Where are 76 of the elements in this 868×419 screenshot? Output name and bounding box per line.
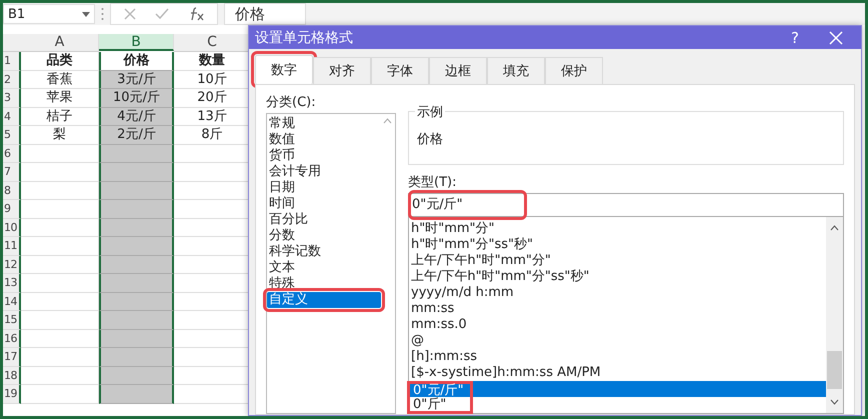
row-number[interactable]: 7	[3, 163, 21, 182]
format-item[interactable]: yyyy/m/d h:mm	[409, 285, 826, 301]
category-item[interactable]: 会计专用	[267, 164, 381, 180]
row-number[interactable]: 13	[3, 274, 21, 292]
help-button[interactable]: ?	[791, 28, 799, 46]
scroll-thumb[interactable]	[827, 351, 842, 389]
category-item[interactable]: 时间	[267, 196, 381, 212]
category-item[interactable]: 科学记数	[267, 244, 381, 260]
scroll-up-icon[interactable]	[830, 225, 839, 231]
category-list[interactable]: 常规 数值 货币 会计专用 日期 时间 百分比 分数 科学记数 文本 特殊 自定义	[266, 113, 396, 414]
category-item[interactable]: 百分比	[267, 212, 381, 228]
tab[interactable]: 对齐	[313, 57, 371, 84]
category-item[interactable]: 分数	[267, 228, 381, 244]
column-header[interactable]: A	[21, 34, 99, 52]
format-item[interactable]: [h]:mm:ss	[409, 349, 826, 365]
row-number[interactable]: 3	[3, 89, 21, 108]
row-number[interactable]: 2	[3, 70, 21, 89]
caret-icon[interactable]	[82, 12, 90, 16]
row-number[interactable]: 12	[3, 256, 21, 274]
name-box[interactable]: B1	[3, 4, 95, 24]
cancel-icon[interactable]	[123, 7, 137, 21]
column-header[interactable]: B	[99, 34, 174, 51]
format-item[interactable]: 0"斤"	[409, 397, 826, 413]
format-item[interactable]: 上午/下午h"时"mm"分"	[409, 253, 826, 269]
row-number[interactable]: 15	[3, 311, 21, 330]
scroll-down-icon[interactable]	[830, 399, 839, 405]
table-cell: 4元/斤	[99, 108, 174, 126]
tab[interactable]: 字体	[371, 57, 429, 84]
tab[interactable]: 边框	[429, 57, 487, 84]
category-label: 分类(C):	[266, 94, 317, 111]
scrollbar[interactable]	[826, 217, 843, 413]
table-cell: 2元/斤	[99, 126, 174, 144]
format-item[interactable]: @	[409, 333, 826, 349]
close-icon[interactable]	[829, 30, 843, 44]
row-number[interactable]: 4	[3, 108, 21, 126]
row-number[interactable]: 1	[3, 52, 21, 70]
category-item[interactable]: 常规	[267, 116, 381, 132]
select-all-corner[interactable]	[3, 34, 21, 52]
cell-reference: B1	[8, 6, 26, 22]
row-number[interactable]: 10	[3, 218, 21, 237]
row-number[interactable]: 6	[3, 144, 21, 163]
row-number[interactable]: 17	[3, 348, 21, 366]
row-number[interactable]: 11	[3, 237, 21, 256]
sample-label: 示例	[415, 103, 445, 121]
category-item[interactable]: 文本	[267, 260, 381, 276]
row-number[interactable]: 19	[3, 385, 21, 404]
tab[interactable]: 填充	[487, 57, 545, 84]
tab[interactable]: 保护	[545, 57, 603, 84]
type-label: 类型(T):	[408, 174, 458, 191]
grip-icon	[101, 7, 104, 21]
row-number[interactable]: 8	[3, 182, 21, 200]
row-number[interactable]: 5	[3, 126, 21, 144]
column-header[interactable]: C	[174, 34, 251, 52]
category-item[interactable]: 数值	[267, 132, 381, 148]
category-item[interactable]: 货币	[267, 148, 381, 164]
format-item[interactable]: [$-x-systime]h:mm:ss AM/PM	[409, 365, 826, 381]
row-number[interactable]: 16	[3, 330, 21, 348]
type-field[interactable]: 0"元/斤"	[408, 193, 844, 217]
format-item[interactable]: mm:ss	[409, 301, 826, 317]
table-cell: 10元/斤	[99, 89, 174, 108]
format-item[interactable]: 上午/下午h"时"mm"分"ss"秒"	[409, 269, 826, 285]
formula-value[interactable]: 价格	[224, 3, 306, 25]
table-cell: 价格	[99, 52, 174, 70]
row-number[interactable]: 14	[3, 292, 21, 311]
dialog-title: 设置单元格格式	[255, 28, 354, 46]
format-item[interactable]: 0"元/斤"	[409, 381, 826, 397]
category-item[interactable]: 日期	[267, 180, 381, 196]
table-cell: 3元/斤	[99, 70, 174, 89]
format-item[interactable]: h"时"mm"分"ss"秒"	[409, 237, 826, 253]
category-item[interactable]: 特殊	[267, 276, 381, 292]
row-number[interactable]: 18	[3, 366, 21, 385]
format-item[interactable]: h"时"mm"分"	[409, 221, 826, 237]
sample-value: 价格	[417, 131, 444, 148]
format-item[interactable]: mm:ss.0	[409, 317, 826, 333]
row-number[interactable]: 9	[3, 200, 21, 218]
check-icon[interactable]	[155, 7, 169, 21]
